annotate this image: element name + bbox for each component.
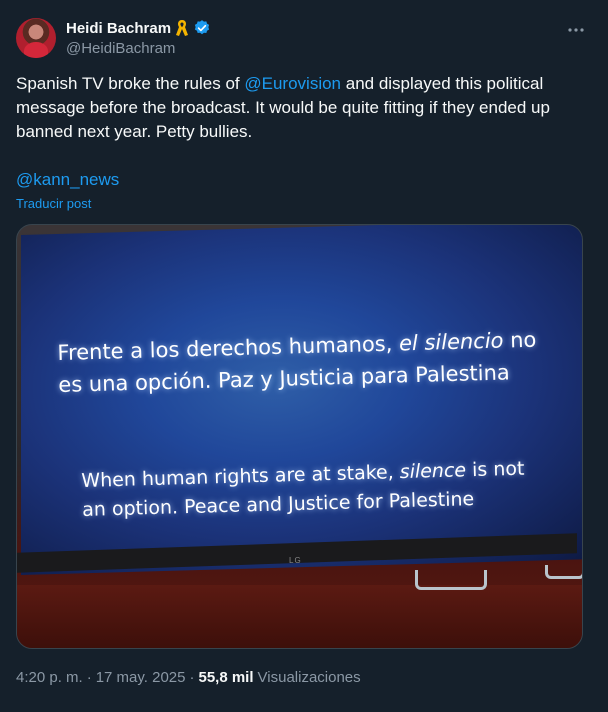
yellow-ribbon-icon [175,19,189,37]
views-count: 55,8 mil [198,669,254,686]
eurovision-mention-link[interactable]: @Eurovision [244,74,341,93]
tweet-text: Spanish TV broke the rules of @Eurovisio… [16,72,586,144]
post-date[interactable]: 17 may. 2025 [96,669,186,686]
author-handle[interactable]: @HeidiBachram [66,40,175,57]
translate-post-link[interactable]: Traducir post [16,196,91,211]
tv-brand-logo: LG [289,556,302,565]
avatar[interactable] [16,18,56,58]
tv-text-fragment: When human rights are at stake, [81,461,401,492]
meta-separator: · [86,669,92,686]
tv-text-fragment: no [503,327,537,353]
kann-news-mention-link[interactable]: @kann_news [16,170,119,190]
tv-cabinet [17,585,582,648]
tv-stand [415,570,487,590]
views-label: Visualizaciones [257,669,361,686]
meta-separator: · [189,669,195,686]
tv-stand-right [545,565,582,579]
tweet-photo[interactable]: LG Frente a los derechos humanos, el sil… [16,224,583,649]
more-horizontal-icon[interactable] [564,20,588,40]
author-name-row: Heidi Bachram [66,18,211,38]
tv-text-fragment-italic: silence [399,459,467,484]
tv-text-fragment: is not [465,457,525,482]
post-time[interactable]: 4:20 p. m. [16,669,83,686]
tweet-text-part: Spanish TV broke the rules of [16,74,245,93]
tv-text-fragment-italic: el silencio [398,328,504,356]
tweet-header: Heidi Bachram @HeidiBachram [16,14,592,62]
author-display-name[interactable]: Heidi Bachram [66,20,171,37]
verified-badge-icon[interactable] [193,19,211,37]
tweet-meta: 4:20 p. m. · 17 may. 2025 · 55,8 mil Vis… [16,669,361,686]
